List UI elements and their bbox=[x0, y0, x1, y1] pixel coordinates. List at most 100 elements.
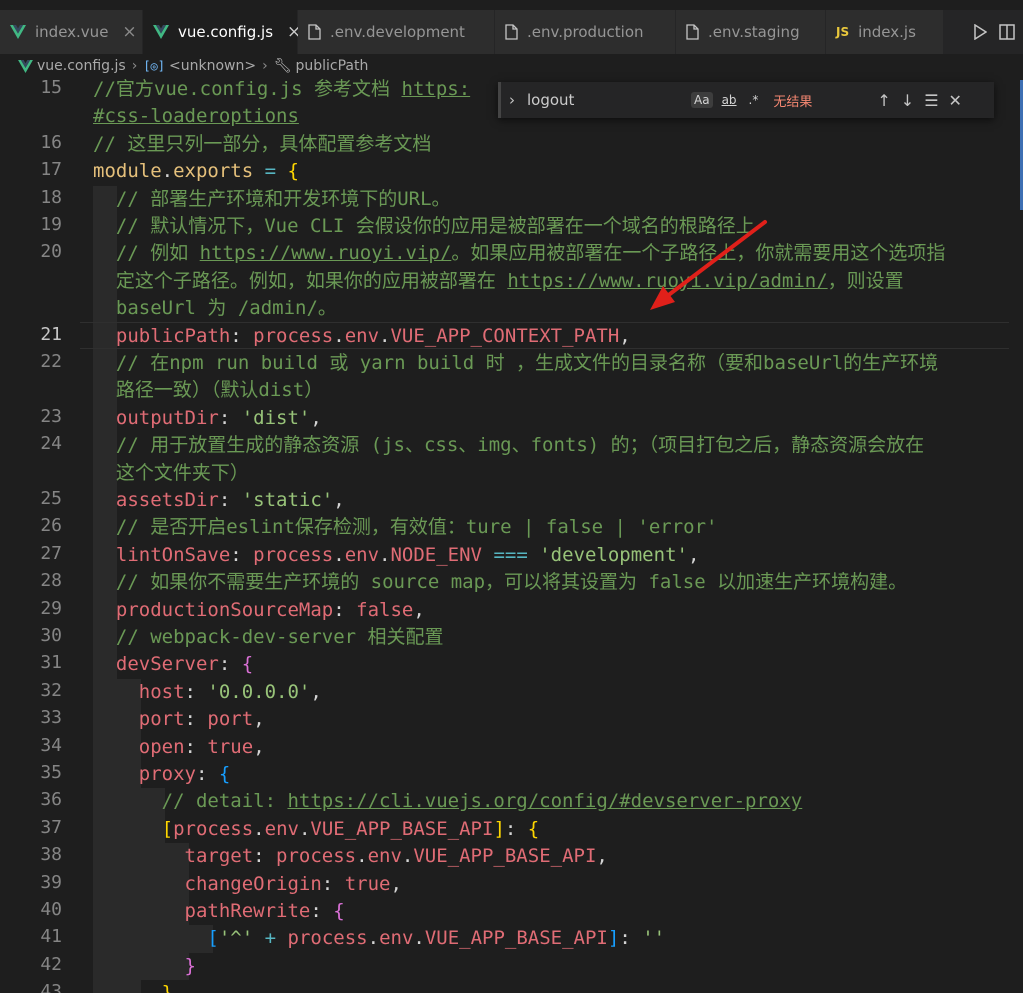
code-token: env bbox=[264, 817, 299, 840]
tab-index-js[interactable]: JS index.js bbox=[826, 10, 944, 54]
code-token: 'dist' bbox=[241, 406, 311, 429]
code-link[interactable]: https: bbox=[402, 78, 471, 100]
variable-icon: [◎] bbox=[143, 59, 165, 73]
use-regex-toggle[interactable]: .* bbox=[746, 92, 762, 108]
code-token: : bbox=[218, 406, 242, 429]
code-token: . bbox=[379, 324, 391, 347]
code-token: . bbox=[356, 845, 368, 868]
breadcrumb-symbol-label: publicPath bbox=[295, 58, 369, 74]
code-token: [ bbox=[207, 927, 219, 950]
code-token: : bbox=[333, 598, 357, 621]
find-result-status: 无结果 bbox=[773, 94, 813, 110]
code-link[interactable]: https://www.ruoyi.vip/ bbox=[200, 242, 452, 264]
split-editor-icon[interactable] bbox=[999, 24, 1015, 40]
line-number: 16 bbox=[40, 131, 62, 153]
tab-index-vue[interactable]: index.vue × bbox=[0, 10, 143, 54]
code-token: process bbox=[287, 927, 368, 950]
code-token: . bbox=[367, 927, 380, 950]
wrench-icon: 🔧︎ bbox=[273, 58, 292, 74]
line-number: 26 bbox=[40, 515, 62, 537]
code-token: // 是否开启eslint保存检测，有效值：ture | false | 'er… bbox=[115, 516, 718, 539]
line-number: 34 bbox=[40, 734, 62, 756]
line-number: 36 bbox=[40, 789, 62, 811]
code-token: 。如果应用被部署在一个子路径上，你就需要用这个选项指 bbox=[451, 242, 946, 265]
code-link[interactable]: #css-loaderoptions bbox=[93, 105, 299, 127]
line-number: 41 bbox=[40, 926, 62, 948]
vertical-scrollbar[interactable] bbox=[1009, 80, 1023, 993]
line-number: 32 bbox=[40, 679, 62, 701]
code-token: process bbox=[173, 817, 254, 840]
code-token: env bbox=[367, 845, 402, 868]
find-in-selection-icon[interactable]: ☰ bbox=[924, 91, 938, 110]
code-token: : bbox=[230, 543, 254, 566]
code-token: assetsDir bbox=[115, 489, 219, 511]
code-token: true bbox=[344, 872, 391, 895]
line-number: 15 bbox=[40, 77, 62, 98]
code-token: // 在npm run build 或 yarn build 时 ，生成文件的目… bbox=[115, 352, 939, 374]
code-token: , bbox=[253, 735, 265, 758]
line-number: 43 bbox=[40, 981, 62, 993]
run-icon[interactable] bbox=[973, 24, 987, 40]
code-token: ，则设置 bbox=[827, 269, 904, 292]
tab-env-production[interactable]: .env.production bbox=[495, 10, 676, 54]
code-token: . bbox=[379, 543, 391, 566]
match-case-toggle[interactable]: Aa bbox=[691, 92, 713, 108]
code-token: //官方 bbox=[93, 78, 154, 100]
code-token: , bbox=[310, 680, 322, 703]
match-whole-word-toggle[interactable]: ab bbox=[719, 92, 740, 108]
code-line: productionSourceMap: false, bbox=[93, 597, 425, 624]
code-line: #css-loaderoptions bbox=[93, 103, 299, 130]
next-match-icon[interactable]: ↓ bbox=[901, 91, 914, 110]
chevron-right-icon: › bbox=[262, 58, 268, 74]
line-number: 39 bbox=[40, 871, 62, 893]
code-line: 这个文件夹下） bbox=[93, 460, 249, 487]
breadcrumb-file[interactable]: vue.config.js bbox=[18, 58, 126, 74]
breadcrumb-scope[interactable]: [◎] <unknown> bbox=[143, 58, 256, 74]
close-find-icon[interactable]: ✕ bbox=[949, 91, 962, 110]
code-editor[interactable]: 15 16 17 18 19 20 21 22 23 24 25 26 27 28 29 30 31 32 33 34… bbox=[0, 76, 1023, 993]
breadcrumb-scope-label: <unknown> bbox=[169, 58, 257, 74]
tab-label: index.vue bbox=[35, 23, 109, 41]
code-token: : bbox=[619, 927, 643, 950]
line-number: 18 bbox=[40, 186, 62, 208]
line-number: 31 bbox=[40, 652, 62, 674]
code-token: process bbox=[253, 324, 334, 347]
code-token: env bbox=[379, 927, 414, 950]
breadcrumb-symbol[interactable]: 🔧︎ publicPath bbox=[274, 58, 369, 74]
line-number: 20 bbox=[40, 241, 62, 263]
code-token: port bbox=[138, 708, 185, 731]
code-line: pathRewrite: { bbox=[93, 898, 345, 925]
code-line: changeOrigin: true, bbox=[93, 871, 402, 898]
tab-label: vue.config.js bbox=[178, 23, 274, 41]
previous-match-icon[interactable]: ↑ bbox=[877, 91, 890, 110]
code-token: VUE_APP_BASE_API bbox=[424, 927, 608, 950]
close-icon[interactable]: × bbox=[122, 22, 136, 42]
code-token: host bbox=[138, 680, 185, 703]
find-input[interactable] bbox=[523, 87, 689, 113]
tab-vue-config-js[interactable]: vue.config.js × bbox=[143, 10, 301, 54]
code-token: env bbox=[344, 324, 380, 347]
code-token: 定这个子路径。例如，如果你的应用被部署在 bbox=[115, 269, 508, 292]
code-token: target bbox=[184, 845, 254, 868]
code-link[interactable]: https://cli.vuejs.org/config/#devserver-… bbox=[287, 790, 802, 812]
tab-env-staging[interactable]: .env.staging bbox=[676, 10, 826, 54]
code-token: // 这里只列一部分，具体配置参考文档 bbox=[93, 132, 432, 155]
code-token: process bbox=[276, 845, 357, 868]
code-token: : bbox=[184, 735, 208, 758]
code-token: '^' bbox=[218, 927, 254, 950]
code-token: : bbox=[184, 708, 208, 731]
code-line: host: '0.0.0.0', bbox=[93, 679, 322, 706]
code-link[interactable]: https://www.ruoyi.vip/admin/ bbox=[507, 270, 827, 292]
chevron-right-icon[interactable]: › bbox=[501, 91, 523, 109]
tab-env-development[interactable]: .env.development bbox=[298, 10, 495, 54]
code-line: // webpack-dev-server 相关配置 bbox=[93, 624, 444, 651]
code-token: . bbox=[333, 324, 345, 347]
code-token: , bbox=[253, 708, 265, 731]
code-token: // 部署生产环境和开发环境下的URL。 bbox=[115, 187, 451, 210]
